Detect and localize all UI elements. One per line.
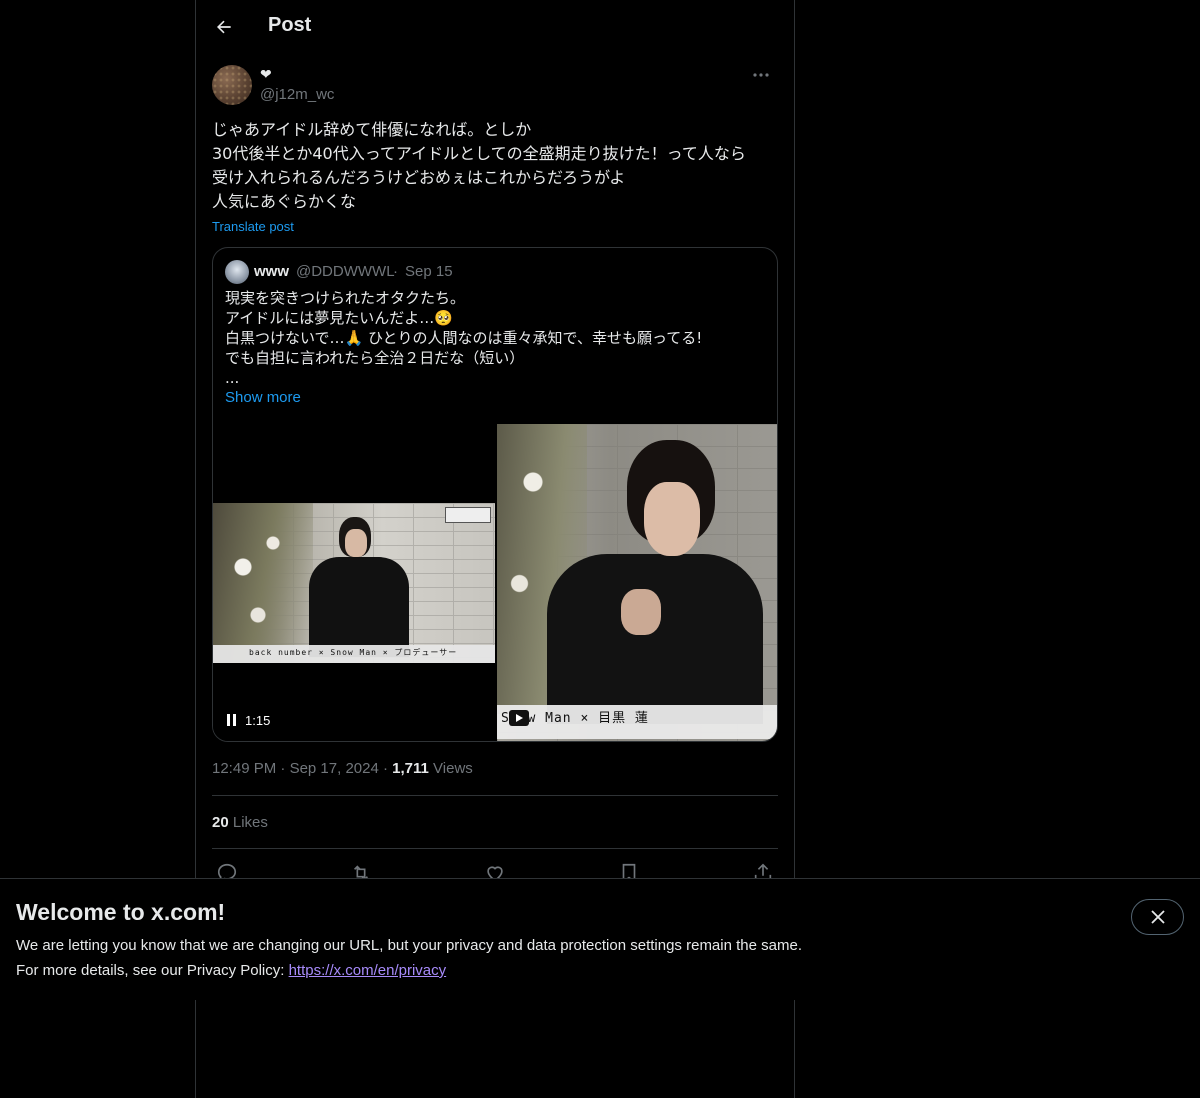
quoted-post[interactable]: www @DDDWWWL · Sep 15 現実を突きつけられたオタクたち。 ア… — [212, 247, 778, 742]
views-label: Views — [433, 760, 473, 777]
quoted-text-line: 現実を突きつけられたオタクたち。 — [225, 289, 466, 307]
privacy-policy-link[interactable]: https://x.com/en/privacy — [289, 962, 447, 979]
quoted-avatar — [225, 260, 249, 284]
quoted-date: Sep 15 — [405, 263, 453, 280]
post-date[interactable]: Sep 17, 2024 — [290, 760, 379, 777]
likes-label: Likes — [232, 814, 268, 831]
video-overlay-tag — [445, 507, 491, 523]
url-change-banner: Welcome to x.com! We are letting you kno… — [0, 878, 1200, 1000]
separator-dot: · — [280, 760, 290, 777]
back-button[interactable] — [206, 9, 242, 45]
quoted-text-line: アイドルには夢見たいんだよ…🥺 — [225, 309, 453, 327]
user-handle[interactable]: @j12m_wc — [260, 86, 334, 103]
quoted-post-header: www @DDDWWWL · Sep 15 — [225, 260, 765, 284]
video-thumbnail[interactable]: Snow Man × 目黒 蓮 — [497, 424, 777, 741]
close-banner-button[interactable] — [1131, 899, 1184, 935]
post-text-line: じゃあアイドル辞めて俳優になれば。としか — [212, 120, 532, 139]
pause-icon[interactable] — [227, 714, 237, 726]
divider — [212, 848, 778, 849]
post-metadata: 12:49 PM · Sep 17, 2024 · 1,711 Views — [212, 760, 473, 777]
video-caption-bar: back number × Snow Man × プロデューサー — [213, 645, 495, 663]
translate-post-link[interactable]: Translate post — [212, 219, 294, 234]
separator-dot: · — [393, 263, 398, 280]
post-text-line: 受け入れられるんだろうけどおめぇはこれからだろうがよ — [212, 168, 626, 187]
post-text: じゃあアイドル辞めて俳優になれば。としか 30代後半とか40代入ってアイドルとし… — [212, 118, 782, 214]
views-count: 1,711 — [392, 760, 429, 777]
more-button[interactable] — [744, 64, 778, 86]
play-icon[interactable] — [509, 710, 529, 726]
video-caption-text: back number × Snow Man × プロデューサー — [249, 648, 458, 657]
banner-privacy-prefix: For more details, see our Privacy Policy… — [16, 962, 289, 979]
display-name[interactable]: ❤ — [260, 66, 272, 83]
post-text-line: 30代後半とか40代入ってアイドルとしての全盛期走り抜けた！って人なら — [212, 144, 746, 163]
post-time[interactable]: 12:49 PM — [212, 760, 276, 777]
video-caption-bar: Snow Man × 目黒 蓮 — [497, 705, 777, 739]
divider — [212, 795, 778, 796]
post-author: ❤ @j12m_wc — [212, 64, 778, 108]
show-more-link[interactable]: Show more — [225, 389, 301, 406]
banner-title: Welcome to x.com! — [16, 899, 226, 925]
video-controls: 1:15 — [227, 712, 270, 728]
avatar[interactable] — [212, 65, 252, 105]
banner-message: We are letting you know that we are chan… — [16, 937, 802, 954]
close-icon — [1150, 910, 1165, 924]
likes-count: 20 — [212, 814, 229, 831]
video-player[interactable]: back number × Snow Man × プロデューサー 1:15 — [213, 424, 495, 741]
video-time: 1:15 — [245, 712, 271, 728]
quoted-text-line: でも自担に言われたら全治２日だな（短い） — [225, 349, 525, 367]
banner-privacy-note: For more details, see our Privacy Policy… — [16, 962, 446, 979]
separator-dot: · — [382, 760, 393, 777]
likes-stat[interactable]: 20 Likes — [212, 814, 268, 831]
quoted-handle: @DDDWWWL — [296, 263, 395, 280]
page-title: Post — [268, 14, 312, 36]
media-grid: back number × Snow Man × プロデューサー 1:15 Sn… — [213, 424, 777, 741]
header: Post — [196, 0, 794, 54]
quoted-text: 現実を突きつけられたオタクたち。 アイドルには夢見たいんだよ…🥺 白黒つけないで… — [225, 288, 765, 388]
back-arrow-icon — [217, 20, 231, 34]
video-frame: back number × Snow Man × プロデューサー — [213, 503, 495, 663]
post-text-line: 人気にあぐらかくな — [212, 192, 357, 211]
quoted-display-name: www — [254, 263, 290, 280]
quoted-text-line: ... — [225, 369, 240, 387]
quoted-text-line: 白黒つけないで…🙏 ひとりの人間なのは重々承知で、幸せも願ってる! — [225, 329, 703, 347]
more-icon — [753, 73, 769, 77]
